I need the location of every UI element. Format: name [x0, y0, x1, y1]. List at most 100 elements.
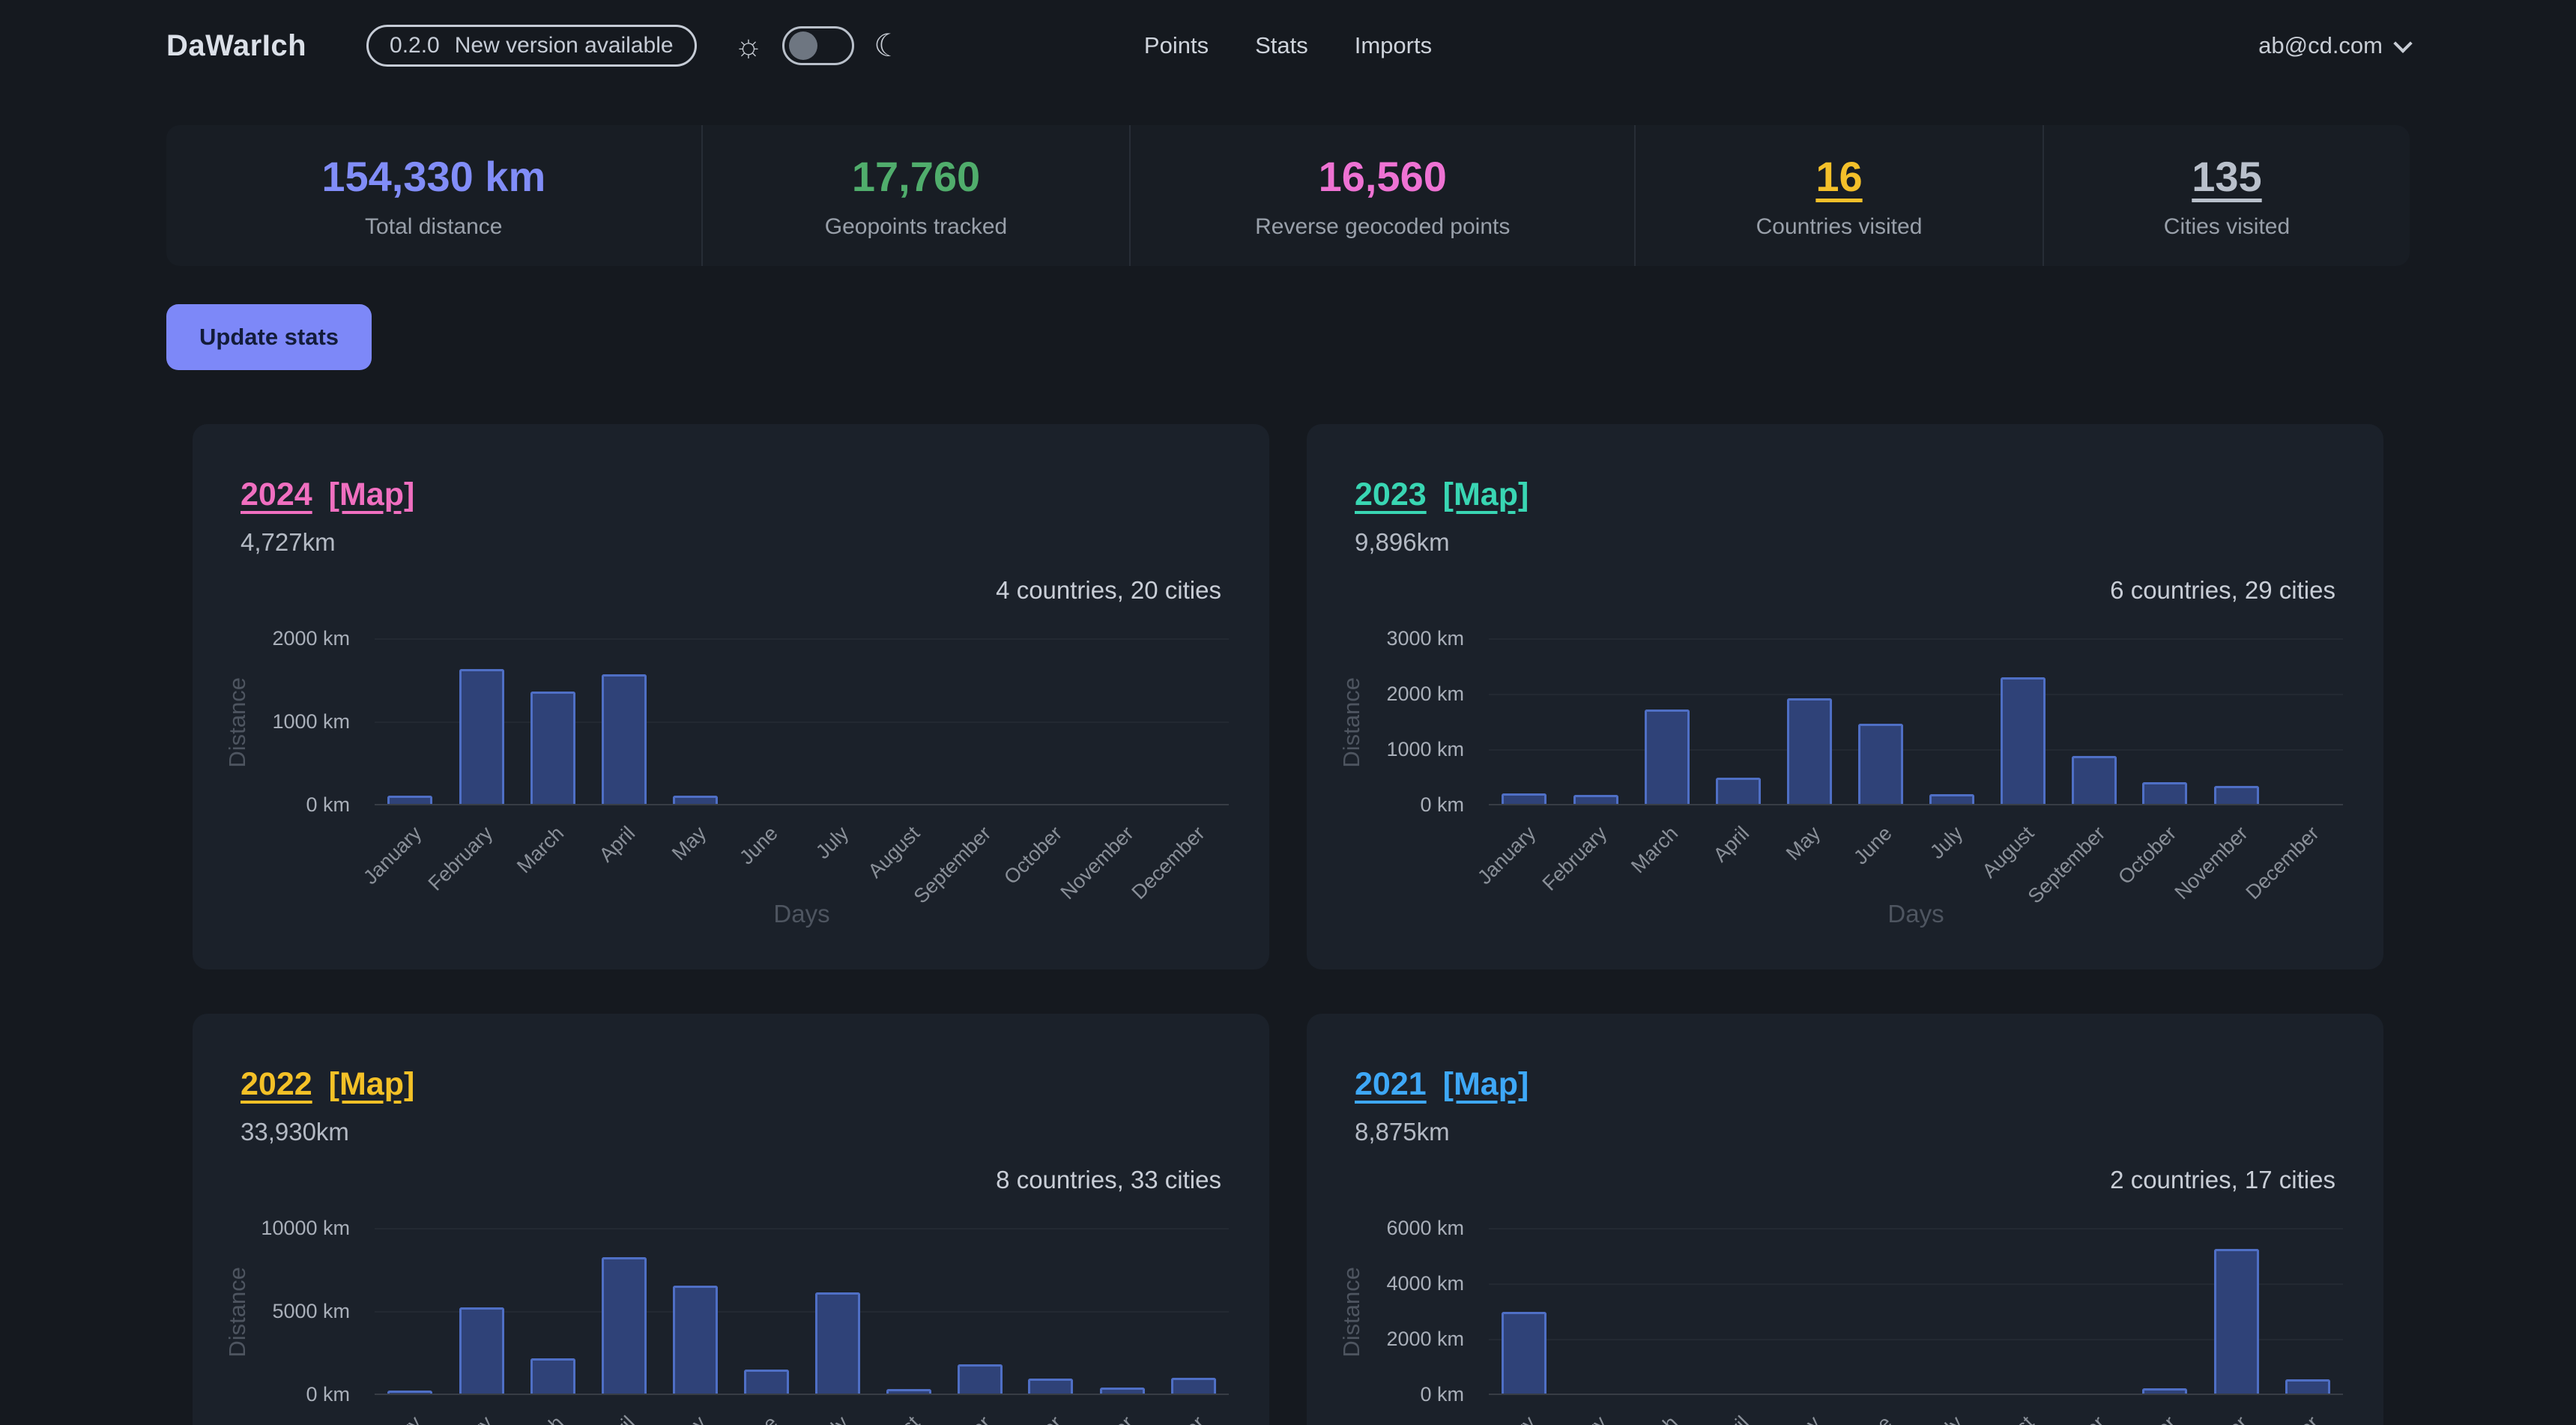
chart-bar-july [1929, 794, 1974, 804]
x-axis-tick-label: August [864, 822, 925, 883]
chart-bar-june [744, 1370, 789, 1394]
nav-points[interactable]: Points [1144, 32, 1209, 59]
chart-bar-january [1502, 793, 1546, 805]
version-number: 0.2.0 [390, 33, 440, 58]
x-axis-tick-label: March [1627, 1412, 1683, 1425]
year-distance-chart: 10000 km5000 km0 kmDistanceJanuaryFebrua… [193, 1229, 1269, 1425]
chart-bar-march [530, 692, 575, 804]
year-link[interactable]: 2023 [1355, 476, 1427, 513]
stat-value: 17,760 [852, 152, 980, 201]
year-summary: 8 countries, 33 cities [193, 1165, 1221, 1195]
x-axis-title: Days [1489, 900, 2343, 928]
x-axis-tick-label: January [360, 1412, 427, 1425]
chart-bar-february [459, 669, 504, 804]
gridline [1489, 638, 2343, 640]
chart-bar-february [459, 1307, 504, 1394]
stat-label: Total distance [365, 214, 502, 240]
x-axis-tick-label: June [1849, 1412, 1896, 1425]
chart-bar-july [815, 1292, 860, 1394]
new-version-badge[interactable]: 0.2.0 New version available [366, 25, 697, 67]
map-link[interactable]: [Map] [329, 476, 415, 513]
x-axis-tick-label: January [1474, 822, 1541, 889]
x-axis-tick-label: March [513, 1412, 569, 1425]
x-axis-tick-label: January [1474, 1412, 1541, 1425]
gridline [375, 638, 1229, 640]
app-header: DaWarIch 0.2.0 New version available ☼ ☾… [166, 0, 2410, 91]
year-link[interactable]: 2022 [241, 1066, 312, 1103]
y-axis-tick-label: 0 km [1420, 1383, 1464, 1406]
x-axis-tick-label: April [595, 1412, 640, 1425]
year-card-2022: 2022 [Map] 33,930km 8 countries, 33 citi… [193, 1014, 1269, 1425]
y-axis-tick-label: 2000 km [272, 627, 350, 650]
theme-toggle[interactable] [782, 26, 854, 65]
y-axis-title: Distance [224, 1229, 251, 1395]
x-axis-tick-label: September [910, 822, 996, 908]
y-axis-tick-label: 0 km [306, 793, 350, 817]
version-message: New version available [455, 33, 674, 58]
x-axis-tick-label: July [812, 822, 854, 864]
x-axis-tick-label: November [1056, 822, 1138, 904]
user-menu[interactable]: ab@cd.com [2258, 32, 2410, 59]
x-axis-tick-label: February [1538, 822, 1612, 895]
gridline [1489, 1228, 2343, 1229]
year-card-2021: 2021 [Map] 8,875km 2 countries, 17 citie… [1307, 1014, 2383, 1425]
year-link[interactable]: 2021 [1355, 1066, 1427, 1103]
x-axis-tick-label: May [668, 822, 711, 865]
x-axis-tick-label: April [1709, 1412, 1754, 1425]
year-total-distance: 4,727km [241, 527, 1269, 557]
sun-icon: ☼ [734, 30, 764, 61]
countries-visited-link[interactable]: 16 [1815, 152, 1862, 201]
y-axis-tick-label: 3000 km [1386, 627, 1464, 650]
x-axis-tick-label: August [864, 1412, 925, 1425]
year-card-2023: 2023 [Map] 9,896km 6 countries, 29 citie… [1307, 424, 2383, 969]
year-total-distance: 8,875km [1355, 1117, 2383, 1147]
x-axis-tick-label: June [735, 1412, 782, 1425]
chart-bar-march [530, 1358, 575, 1394]
year-distance-chart: 6000 km4000 km2000 km0 kmDistanceJanuary… [1307, 1229, 2383, 1425]
y-axis-tick-label: 0 km [1420, 793, 1464, 817]
chart-bar-january [387, 796, 432, 804]
chart-bar-october [2142, 1388, 2187, 1394]
y-axis-tick-label: 10000 km [261, 1217, 350, 1240]
gridline [375, 1228, 1229, 1229]
chart-plot-area [375, 639, 1229, 805]
update-stats-button[interactable]: Update stats [166, 304, 372, 370]
theme-toggle-knob[interactable] [789, 31, 817, 60]
year-distance-chart: 2000 km1000 km0 kmDistanceJanuaryFebruar… [193, 639, 1269, 969]
year-summary: 2 countries, 17 cities [1307, 1165, 2335, 1195]
stat-geopoints-tracked: 17,760 Geopoints tracked [703, 125, 1131, 266]
y-axis-tick-label: 4000 km [1386, 1272, 1464, 1295]
x-axis-tick-label: December [2241, 1412, 2323, 1425]
map-link[interactable]: [Map] [1443, 1066, 1529, 1103]
stats-overview: 154,330 km Total distance 17,760 Geopoin… [166, 125, 2410, 266]
chart-bar-october [2142, 782, 2187, 804]
chart-bar-may [673, 796, 718, 804]
chart-bar-november [1100, 1388, 1145, 1394]
year-link[interactable]: 2024 [241, 476, 312, 513]
chart-bar-december [1171, 1378, 1216, 1394]
x-axis-tick-label: June [1849, 822, 1896, 869]
x-axis-tick-label: February [424, 822, 498, 895]
app-logo: DaWarIch [166, 29, 306, 63]
map-link[interactable]: [Map] [1443, 476, 1529, 513]
y-axis-title: Distance [224, 639, 251, 805]
cities-visited-link[interactable]: 135 [2192, 152, 2261, 201]
map-link[interactable]: [Map] [329, 1066, 415, 1103]
chart-bar-april [602, 674, 647, 804]
main-nav: Points Stats Imports [1144, 32, 1432, 59]
chart-bar-april [602, 1257, 647, 1394]
chart-bar-august [2001, 677, 2046, 804]
year-summary: 4 countries, 20 cities [193, 575, 1221, 605]
nav-imports[interactable]: Imports [1355, 32, 1432, 59]
chart-bar-september [2072, 756, 2117, 804]
x-axis-tick-label: July [1926, 822, 1968, 864]
moon-icon: ☾ [874, 30, 902, 61]
nav-stats[interactable]: Stats [1255, 32, 1308, 59]
stat-label: Geopoints tracked [825, 214, 1007, 240]
y-axis-tick-label: 0 km [306, 1383, 350, 1406]
chart-bar-january [1502, 1312, 1546, 1394]
stat-label: Cities visited [2164, 214, 2290, 240]
stat-reverse-geocoded: 16,560 Reverse geocoded points [1131, 125, 1636, 266]
chart-plot-area [1489, 639, 2343, 805]
x-axis-tick-label: December [1127, 1412, 1209, 1425]
